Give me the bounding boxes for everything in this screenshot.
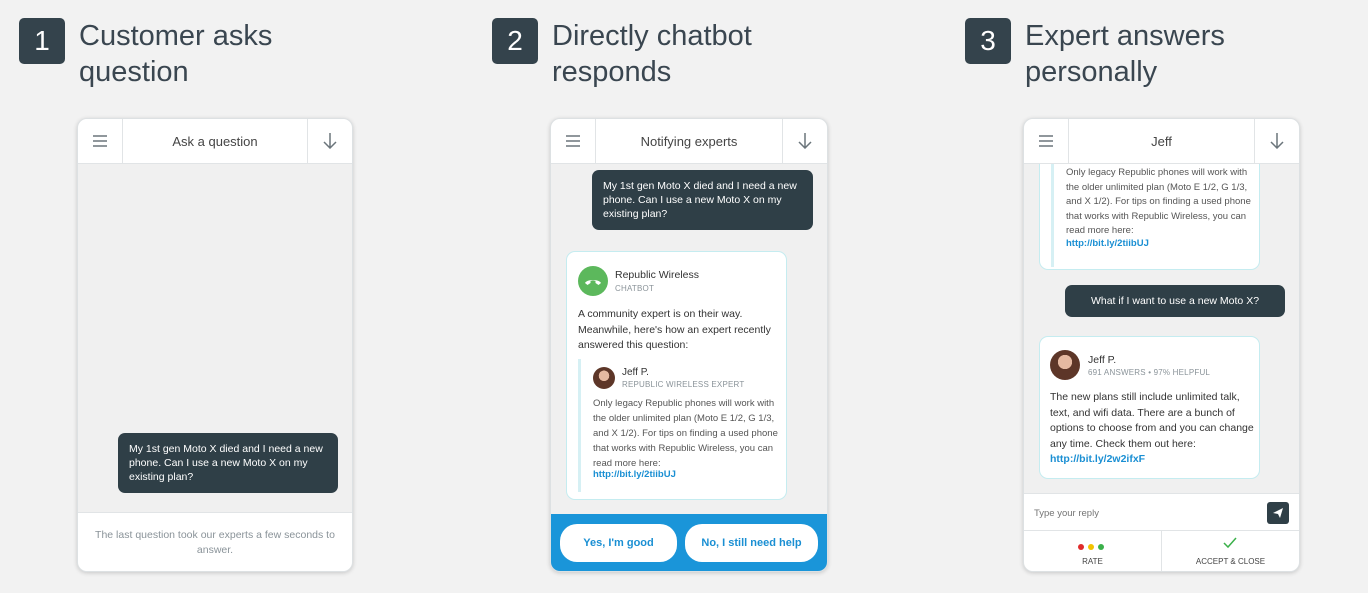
user-message: My 1st gen Moto X died and I need a new … [118,433,338,493]
step-number: 2 [492,18,538,64]
send-icon [1273,508,1283,518]
bot-role: CHATBOT [615,284,655,293]
previous-answer-text: Only legacy Republic phones will work wi… [1066,167,1251,236]
previous-answer-card: Only legacy Republic phones will work wi… [1039,149,1260,270]
action-bar: RATE ACCEPT & CLOSE [1024,531,1299,571]
step-number: 1 [19,18,65,64]
chat-header: Ask a question [78,119,352,164]
phone-expert: Only legacy Republic phones will work wi… [1023,118,1300,572]
scroll-down-button[interactable] [307,119,352,163]
header-title: Notifying experts [640,133,738,149]
checkmark-icon [1223,537,1237,549]
bot-name: Republic Wireless [615,269,700,281]
step-number: 3 [965,18,1011,64]
hamburger-icon [566,135,580,147]
expert-link[interactable]: http://bit.ly/2tiibUJ [593,469,676,480]
expert-role: REPUBLIC WIRELESS EXPERT [622,380,745,389]
arrow-down-icon [798,133,812,149]
chat-header: Jeff [1024,119,1299,164]
rate-label: RATE [1082,557,1103,566]
accept-close-button[interactable]: ACCEPT & CLOSE [1162,531,1299,571]
chatbot-card: Republic Wireless CHATBOT A community ex… [566,251,787,500]
scroll-down-button[interactable] [1254,119,1299,163]
hamburger-icon [1039,135,1053,147]
step-title: Expert answers personally [1025,20,1225,88]
reply-input[interactable] [1034,502,1254,524]
expert-avatar [1050,350,1080,380]
red-dot-icon [1078,544,1084,550]
chat-footer: The last question took our experts a few… [78,512,352,571]
green-dot-icon [1098,544,1104,550]
quick-reply-bar: Yes, I'm good No, I still need help [551,514,827,571]
expert-answer: Only legacy Republic phones will work wi… [593,398,778,469]
user-message: My 1st gen Moto X died and I need a new … [592,170,813,230]
header-title: Ask a question [172,133,258,149]
scroll-down-button[interactable] [782,119,827,163]
arrow-down-icon [1270,133,1284,149]
reply-bar [1024,493,1299,531]
header-title: Jeff [1151,133,1172,149]
need-help-button[interactable]: No, I still need help [685,524,818,562]
hamburger-icon [93,135,107,147]
expert-answer: The new plans still include unlimited ta… [1050,391,1254,450]
menu-button[interactable] [78,119,123,163]
chat-header: Notifying experts [551,119,827,164]
rate-button[interactable]: RATE [1024,531,1162,571]
response-time-note: The last question took our experts a few… [95,529,335,556]
quoted-answer: Only legacy Republic phones will work wi… [1051,150,1256,267]
expert-name: Jeff P. [1088,354,1117,366]
expert-name: Jeff P. [622,367,649,378]
phone-chatbot: Notifying experts My 1st gen Moto X died… [550,118,828,572]
expert-answer-card: Jeff P. 691 ANSWERS • 97% HELPFUL The ne… [1039,336,1260,479]
bot-text: A community expert is on their way. Mean… [578,308,771,351]
menu-button[interactable] [551,119,596,163]
send-button[interactable] [1267,502,1289,524]
step-title: Directly chatbot responds [552,20,752,88]
expert-link[interactable]: http://bit.ly/2w2ifxF [1050,453,1145,465]
quoted-answer: Jeff P. REPUBLIC WIRELESS EXPERT Only le… [578,359,783,492]
yes-good-button[interactable]: Yes, I'm good [560,524,677,562]
phone-ask-question: Ask a question My 1st gen Moto X died an… [77,118,353,572]
rate-dots [1078,544,1104,550]
accept-close-label: ACCEPT & CLOSE [1195,557,1266,566]
user-message: What if I want to use a new Moto X? [1065,285,1285,317]
step-title: Customer asks question [79,20,273,88]
previous-answer-link[interactable]: http://bit.ly/2tiibUJ [1066,238,1149,249]
arrow-down-icon [323,133,337,149]
yellow-dot-icon [1088,544,1094,550]
expert-stats: 691 ANSWERS • 97% HELPFUL [1088,368,1211,377]
expert-avatar [593,367,615,389]
phone-icon [578,266,608,296]
menu-button[interactable] [1024,119,1069,163]
